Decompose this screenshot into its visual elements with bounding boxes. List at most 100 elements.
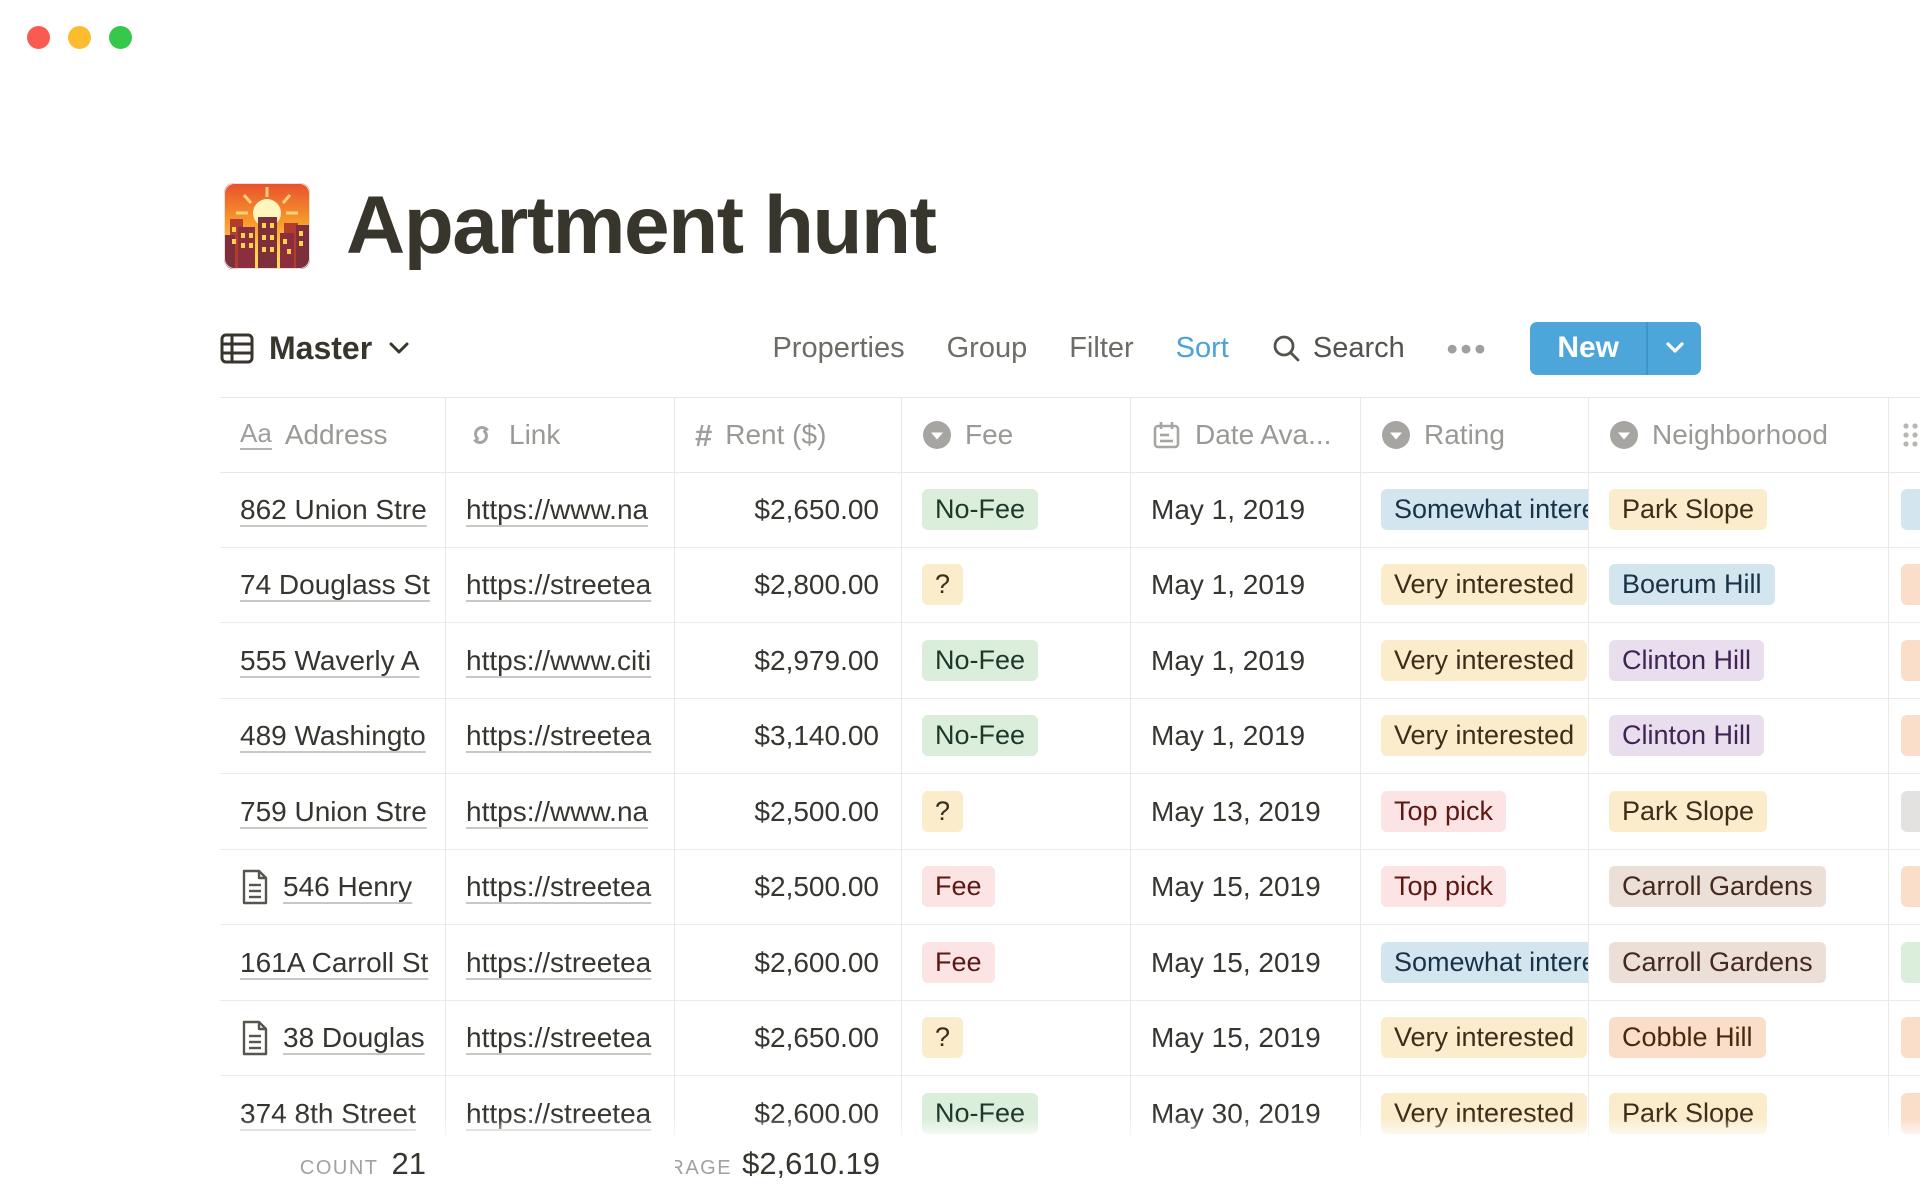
table-row[interactable]: 161A Carroll St https://streetea $2,600.… (220, 925, 1920, 1001)
cell-fee[interactable]: ? (902, 774, 1131, 849)
cell-address[interactable]: 489 Washingto (220, 698, 446, 773)
view-tab-master[interactable]: Master (220, 330, 409, 367)
cell-rating[interactable]: Somewhat interested (1361, 925, 1589, 1000)
column-header-date-available[interactable]: Date Ava... (1131, 398, 1361, 472)
table-view-icon (220, 333, 254, 364)
cell-date-available[interactable]: May 1, 2019 (1131, 472, 1361, 547)
cell-date-available[interactable]: May 1, 2019 (1131, 547, 1361, 622)
table-row[interactable]: 862 Union Stre https://www.na $2,650.00 … (220, 472, 1920, 548)
table-row[interactable]: 546 Henry https://streetea $2,500.00 Fee… (220, 849, 1920, 925)
cell-neighborhood[interactable]: Clinton Hill (1589, 698, 1889, 773)
page-title: Apartment hunt (346, 179, 935, 273)
cell-link[interactable]: https://www.na (446, 472, 675, 547)
cell-rent[interactable]: $3,140.00 (675, 698, 902, 773)
sort-button[interactable]: Sort (1176, 332, 1229, 365)
cell-date-available[interactable]: May 1, 2019 (1131, 698, 1361, 773)
column-header-rating[interactable]: Rating (1361, 398, 1589, 472)
cell-link[interactable]: https://streetea (446, 849, 675, 924)
cell-date-available[interactable]: May 13, 2019 (1131, 774, 1361, 849)
cell-overflow[interactable] (1889, 547, 1920, 622)
cell-rent[interactable]: $2,500.00 (675, 849, 902, 924)
cell-rent[interactable]: $2,600.00 (675, 925, 902, 1000)
zoom-window-button[interactable] (109, 26, 132, 49)
cell-overflow[interactable] (1889, 472, 1920, 547)
cell-address[interactable]: 546 Henry (220, 849, 446, 924)
table-row[interactable]: 759 Union Stre https://www.na $2,500.00 … (220, 774, 1920, 850)
cell-rating[interactable]: Very interested (1361, 547, 1589, 622)
cell-link[interactable]: https://streetea (446, 925, 675, 1000)
cell-overflow[interactable] (1889, 849, 1920, 924)
search-button[interactable]: Search (1271, 332, 1405, 365)
cell-fee[interactable]: Fee (902, 849, 1131, 924)
cell-rating[interactable]: Very interested (1361, 698, 1589, 773)
cell-link[interactable]: https://streetea (446, 1000, 675, 1075)
cell-neighborhood[interactable]: Boerum Hill (1589, 547, 1889, 622)
minimize-window-button[interactable] (68, 26, 91, 49)
cell-rent[interactable]: $2,800.00 (675, 547, 902, 622)
footer-average[interactable]: RAGE $2,610.19 (675, 1146, 902, 1182)
cell-overflow[interactable] (1889, 774, 1920, 849)
column-header-address[interactable]: Aa Address (220, 398, 446, 472)
cell-link[interactable]: https://www.citi (446, 623, 675, 698)
sunset-city-emoji-icon[interactable] (224, 183, 310, 269)
cell-fee[interactable]: ? (902, 547, 1131, 622)
cell-rent[interactable]: $2,500.00 (675, 774, 902, 849)
table-row[interactable]: 555 Waverly A https://www.citi $2,979.00… (220, 623, 1920, 699)
cell-fee[interactable]: Fee (902, 925, 1131, 1000)
rent-value: $2,600.00 (754, 947, 879, 979)
cell-overflow[interactable] (1889, 623, 1920, 698)
cell-date-available[interactable]: May 15, 2019 (1131, 925, 1361, 1000)
cell-address[interactable]: 759 Union Stre (220, 774, 446, 849)
cell-link[interactable]: https://www.na (446, 774, 675, 849)
cell-date-available[interactable]: May 15, 2019 (1131, 1000, 1361, 1075)
cell-link[interactable]: https://streetea (446, 547, 675, 622)
partial-tag (1901, 489, 1920, 530)
cell-neighborhood[interactable]: Carroll Gardens (1589, 849, 1889, 924)
cell-rating[interactable]: Top pick (1361, 774, 1589, 849)
footer-count[interactable]: COUNT 21 (220, 1146, 446, 1182)
cell-neighborhood[interactable]: Park Slope (1589, 774, 1889, 849)
cell-fee[interactable]: ? (902, 1000, 1131, 1075)
cell-rating[interactable]: Very interested (1361, 1000, 1589, 1075)
close-window-button[interactable] (27, 26, 50, 49)
column-header-neighborhood[interactable]: Neighborhood (1589, 398, 1889, 472)
properties-button[interactable]: Properties (772, 332, 904, 365)
cell-fee[interactable]: No-Fee (902, 623, 1131, 698)
cell-neighborhood[interactable]: Carroll Gardens (1589, 925, 1889, 1000)
cell-overflow[interactable] (1889, 698, 1920, 773)
cell-address[interactable]: 74 Douglass St (220, 547, 446, 622)
cell-neighborhood[interactable]: Clinton Hill (1589, 623, 1889, 698)
cell-overflow[interactable] (1889, 925, 1920, 1000)
column-header-fee[interactable]: Fee (902, 398, 1131, 472)
column-header-rent[interactable]: # Rent ($) (675, 398, 902, 472)
cell-address[interactable]: 555 Waverly A (220, 623, 446, 698)
cell-neighborhood[interactable]: Park Slope (1589, 472, 1889, 547)
table-row[interactable]: 38 Douglas https://streetea $2,650.00 ? … (220, 1000, 1920, 1076)
filter-button[interactable]: Filter (1069, 332, 1133, 365)
cell-address[interactable]: 862 Union Stre (220, 472, 446, 547)
cell-fee[interactable]: No-Fee (902, 698, 1131, 773)
table-footer-row: COUNT 21 RAGE $2,610.19 (220, 1146, 1920, 1182)
cell-fee[interactable]: No-Fee (902, 472, 1131, 547)
cell-date-available[interactable]: May 15, 2019 (1131, 849, 1361, 924)
cell-address[interactable]: 38 Douglas (220, 1000, 446, 1075)
column-header-link[interactable]: Link (446, 398, 675, 472)
cell-date-available[interactable]: May 1, 2019 (1131, 623, 1361, 698)
table-row[interactable]: 489 Washingto https://streetea $3,140.00… (220, 698, 1920, 774)
cell-address[interactable]: 161A Carroll St (220, 925, 446, 1000)
cell-rent[interactable]: $2,650.00 (675, 472, 902, 547)
cell-rating[interactable]: Somewhat interested (1361, 472, 1589, 547)
column-header-overflow[interactable] (1889, 398, 1920, 472)
cell-link[interactable]: https://streetea (446, 698, 675, 773)
more-options-button[interactable]: ••• (1447, 333, 1489, 364)
group-button[interactable]: Group (947, 332, 1028, 365)
new-button[interactable]: New (1530, 322, 1646, 375)
cell-rating[interactable]: Very interested (1361, 623, 1589, 698)
cell-overflow[interactable] (1889, 1000, 1920, 1075)
new-dropdown-button[interactable] (1646, 322, 1701, 375)
cell-rent[interactable]: $2,650.00 (675, 1000, 902, 1075)
cell-rating[interactable]: Top pick (1361, 849, 1589, 924)
table-row[interactable]: 74 Douglass St https://streetea $2,800.0… (220, 547, 1920, 623)
cell-neighborhood[interactable]: Cobble Hill (1589, 1000, 1889, 1075)
cell-rent[interactable]: $2,979.00 (675, 623, 902, 698)
